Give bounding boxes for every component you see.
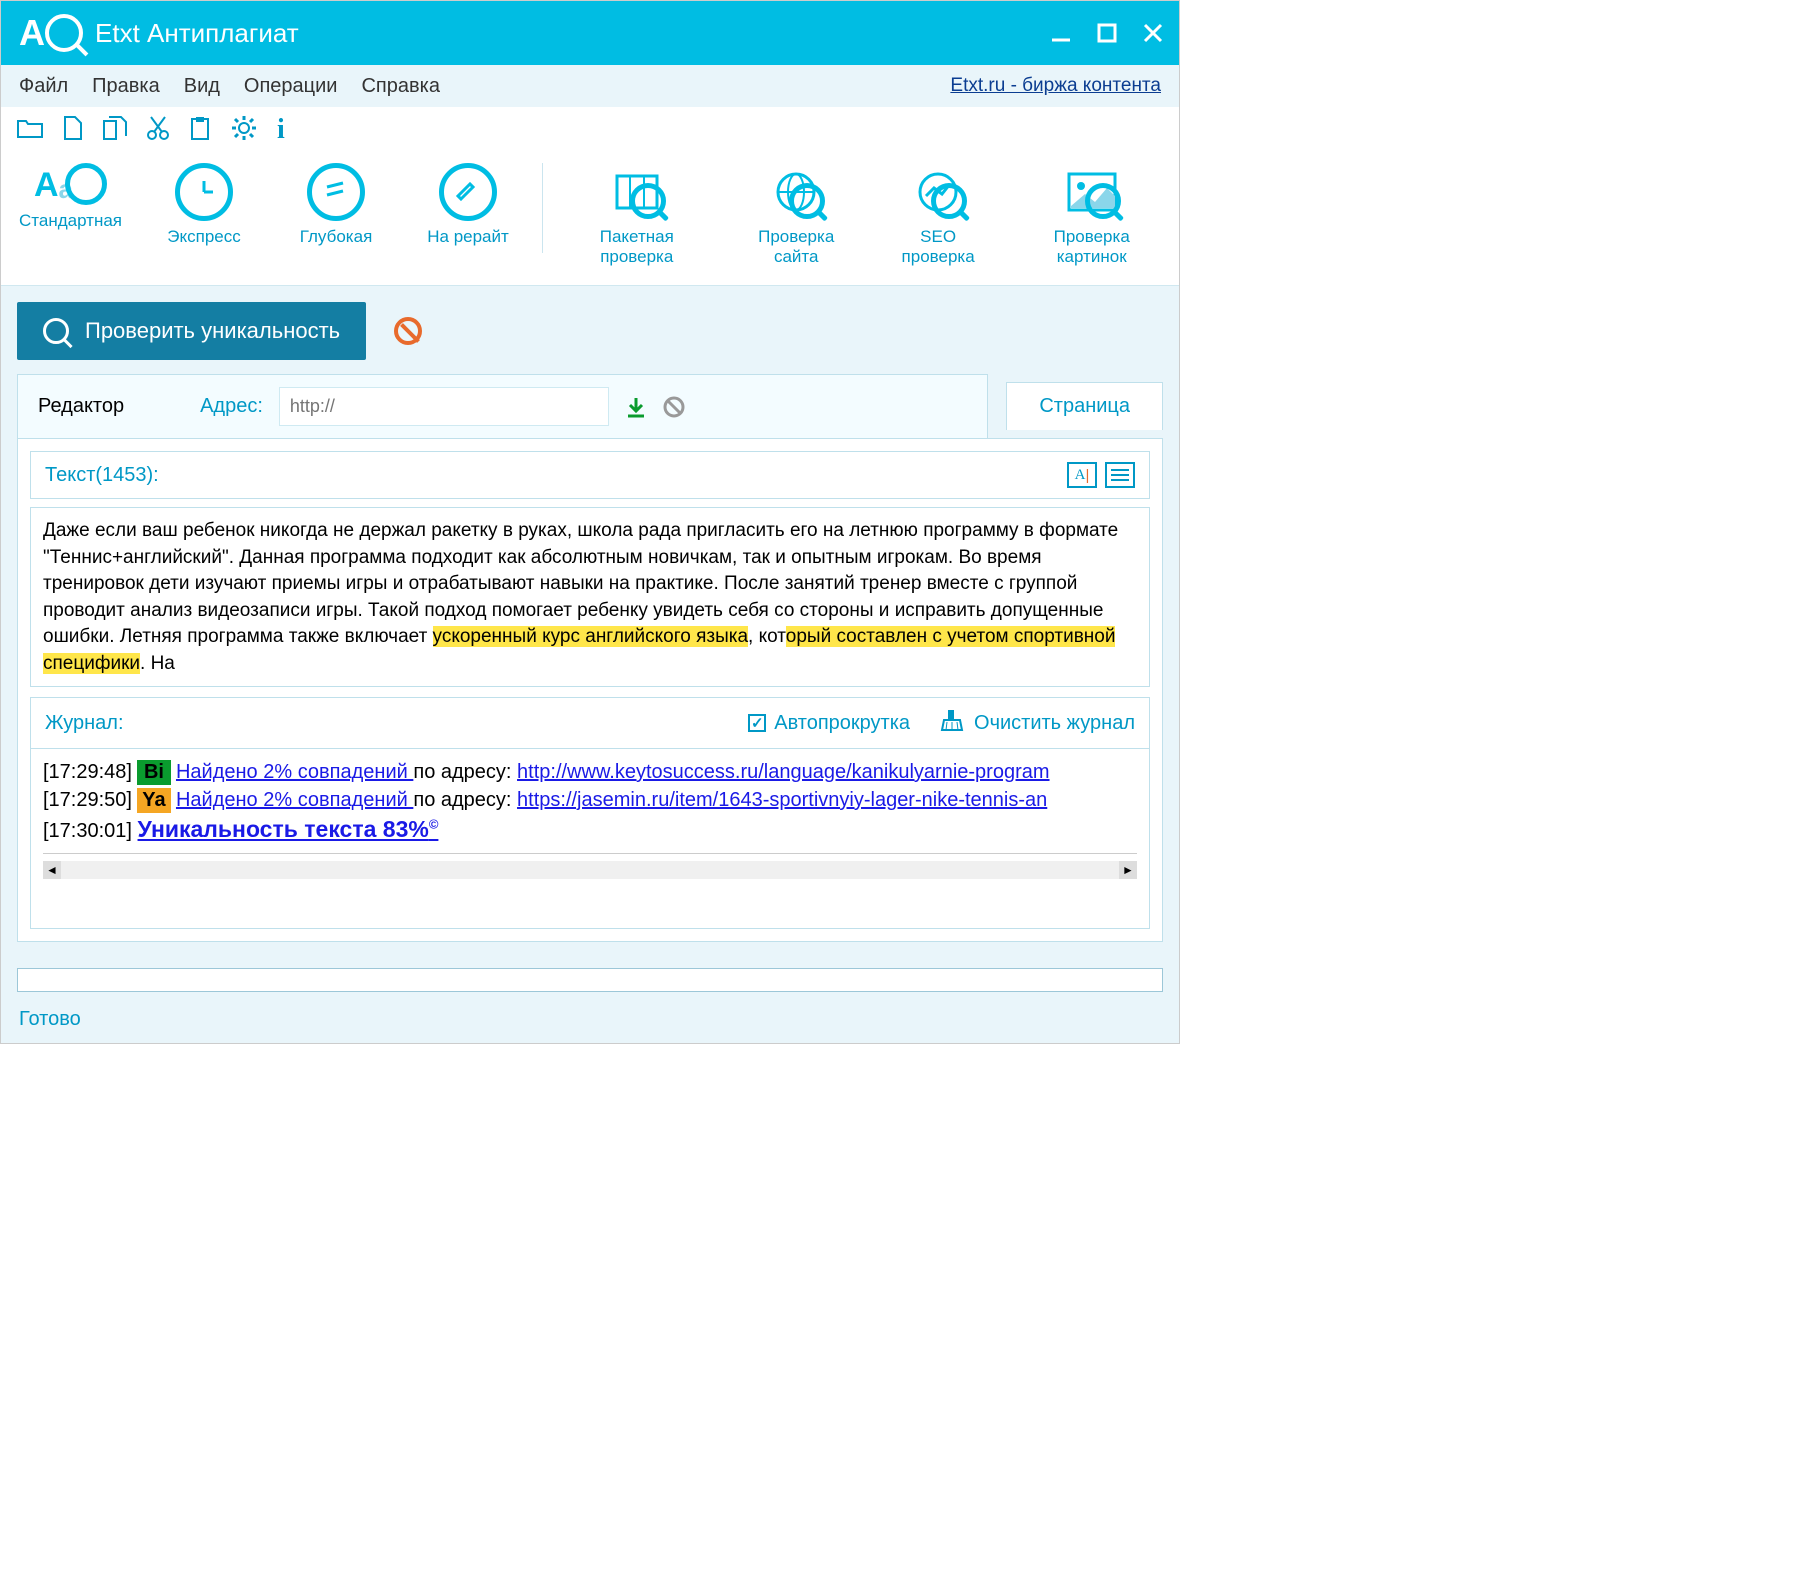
batch-check-button[interactable]: Пакетная проверка [567, 163, 707, 267]
open-folder-icon[interactable] [17, 117, 43, 144]
log-entry[interactable]: [17:29:48] Bi Найдено 2% совпадений по а… [43, 760, 1137, 785]
toolbar-separator [542, 163, 543, 253]
minimize-button[interactable] [1047, 19, 1075, 47]
log-label: Журнал: [45, 712, 748, 735]
image-check-button[interactable]: Проверка картинок [1022, 163, 1161, 267]
small-toolbar: i [1, 107, 1179, 153]
scroll-right-icon[interactable]: ► [1119, 861, 1137, 879]
tab-page[interactable]: Страница [1006, 382, 1163, 430]
stop-icon[interactable] [394, 317, 422, 345]
btn-label: Пакетная проверка [567, 227, 707, 267]
scroll-left-icon[interactable]: ◄ [43, 861, 61, 879]
menu-view[interactable]: Вид [184, 75, 220, 98]
maximize-button[interactable] [1093, 19, 1121, 47]
text-mode-icon[interactable]: A| [1067, 462, 1097, 488]
check-uniqueness-button[interactable]: Проверить уникальность [17, 302, 366, 360]
mode-label: На рерайт [427, 227, 509, 247]
search-icon [43, 318, 69, 344]
list-mode-icon[interactable] [1105, 462, 1135, 488]
tab-editor[interactable]: Редактор Адрес: [17, 374, 988, 438]
btn-label: Проверка сайта [739, 227, 854, 267]
status-bar: Готово [1, 1002, 1179, 1043]
mode-express-button[interactable]: Экспресс [154, 163, 254, 247]
site-check-button[interactable]: Проверка сайта [739, 163, 854, 267]
info-icon[interactable]: i [277, 114, 285, 146]
btn-label: SEO проверка [886, 227, 991, 267]
uniqueness-result: Уникальность текста 83%© [138, 817, 439, 842]
mode-rewrite-button[interactable]: На рерайт [418, 163, 518, 247]
titlebar: A Etxt Антиплагиат [1, 1, 1179, 65]
primary-label: Проверить уникальность [85, 318, 340, 344]
mode-label: Стандартная [19, 211, 122, 231]
app-logo-glass-icon [45, 14, 83, 52]
tab-editor-label: Редактор [38, 395, 124, 418]
menu-file[interactable]: Файл [19, 75, 68, 98]
etxt-link[interactable]: Etxt.ru - биржа контента [950, 75, 1161, 97]
btn-label: Проверка картинок [1022, 227, 1161, 267]
menu-ops[interactable]: Операции [244, 75, 338, 98]
close-button[interactable] [1139, 19, 1167, 47]
autoscroll-checkbox[interactable]: ✓Автопрокрутка [748, 712, 910, 735]
address-label: Адрес: [200, 395, 263, 418]
mode-label: Экспресс [167, 227, 240, 247]
brush-icon [940, 708, 964, 738]
text-content[interactable]: Даже если ваш ребенок никогда не держал … [30, 507, 1150, 687]
address-input[interactable] [279, 387, 609, 426]
big-toolbar: Aa Стандартная Экспресс Глубокая На рера… [1, 153, 1179, 286]
seo-check-button[interactable]: SEO проверка [886, 163, 991, 267]
mode-standard-button[interactable]: Aa Стандартная [19, 163, 122, 247]
log-content[interactable]: [17:29:48] Bi Найдено 2% совпадений по а… [30, 749, 1150, 929]
horizontal-scrollbar[interactable]: ◄► [43, 860, 1137, 880]
clear-log-button[interactable]: Очистить журнал [940, 708, 1135, 738]
menu-edit[interactable]: Правка [92, 75, 160, 98]
address-stop-icon[interactable] [663, 396, 685, 418]
menu-help[interactable]: Справка [361, 75, 439, 98]
mode-label: Глубокая [300, 227, 373, 247]
settings-gear-icon[interactable] [231, 115, 257, 146]
new-file-icon[interactable] [63, 116, 83, 145]
download-icon[interactable] [625, 396, 647, 418]
text-header: Текст(1453): [45, 464, 1059, 487]
editor-panel: Текст(1453): A| Даже если ваш ребенок ни… [17, 438, 1163, 942]
cut-icon[interactable] [147, 116, 169, 145]
menubar: Файл Правка Вид Операции Справка Etxt.ru… [1, 65, 1179, 107]
progress-area [1, 958, 1179, 1002]
mode-deep-button[interactable]: Глубокая [286, 163, 386, 247]
copy-file-icon[interactable] [103, 116, 127, 145]
log-entry[interactable]: [17:29:50] Ya Найдено 2% совпадений по а… [43, 788, 1137, 813]
progress-bar [17, 968, 1163, 992]
app-logo-letter: A [19, 12, 45, 54]
paste-icon[interactable] [189, 116, 211, 145]
window-title: Etxt Антиплагиат [95, 18, 1029, 49]
